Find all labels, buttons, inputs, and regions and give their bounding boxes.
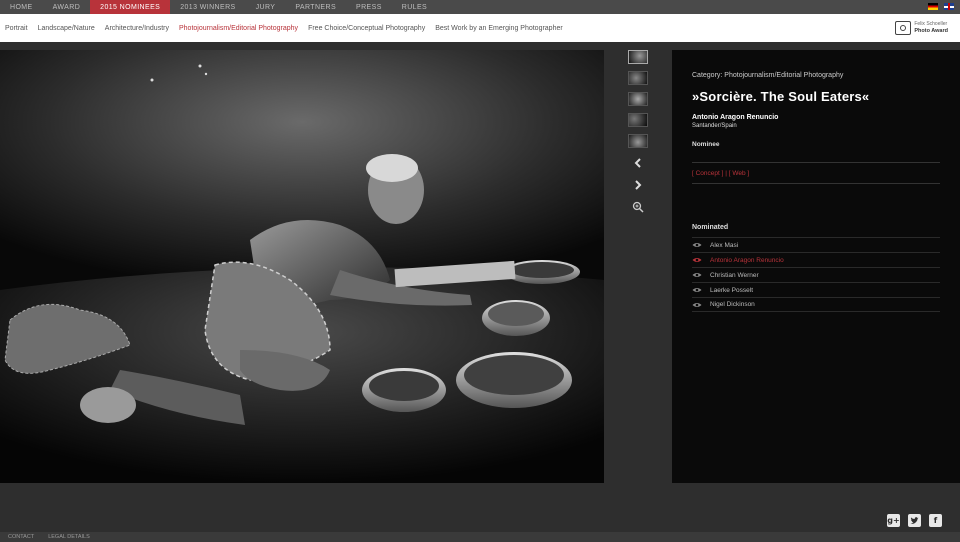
- next-arrow-icon[interactable]: [628, 178, 648, 192]
- divider: [692, 183, 940, 184]
- nominee-item[interactable]: Alex Masi: [692, 237, 940, 252]
- main-photo[interactable]: [0, 50, 604, 483]
- nav-2015-nominees[interactable]: 2015 NOMINEES: [90, 0, 171, 14]
- eye-icon: [692, 272, 710, 278]
- top-navigation: HOME AWARD 2015 NOMINEES 2013 WINNERS JU…: [0, 0, 960, 14]
- nominee-item[interactable]: Christian Werner: [692, 267, 940, 282]
- nominee-name: Nigel Dickinson: [710, 301, 755, 308]
- info-panel: Category: Photojournalism/Editorial Phot…: [672, 50, 960, 483]
- previous-arrow-icon[interactable]: [628, 156, 648, 170]
- concept-link[interactable]: [ Concept ]: [692, 170, 723, 177]
- thumbnail-3[interactable]: [628, 92, 648, 106]
- german-flag-icon[interactable]: [928, 3, 938, 10]
- nav-rules[interactable]: RULES: [392, 0, 437, 14]
- photo-category: Category: Photojournalism/Editorial Phot…: [692, 72, 844, 79]
- divider: [692, 162, 940, 163]
- footer-legal-details-link[interactable]: LEGAL DETAILS: [48, 534, 90, 540]
- nominee-name: Antonio Aragon Renuncio: [710, 256, 784, 264]
- project-links: [ Concept ] | [ Web ]: [692, 170, 940, 177]
- thumbnail-1[interactable]: [628, 50, 648, 64]
- nominee-item[interactable]: Nigel Dickinson: [692, 297, 940, 312]
- nominee-list: Alex Masi Antonio Aragon Renuncio Christ…: [692, 237, 940, 312]
- nominee-name: Laerke Posselt: [710, 286, 753, 294]
- thumbnail-5[interactable]: [628, 134, 648, 148]
- nav-partners[interactable]: PARTNERS: [285, 0, 346, 14]
- category-free-choice[interactable]: Free Choice/Conceptual Photography: [308, 25, 425, 32]
- nav-jury[interactable]: JURY: [246, 0, 286, 14]
- camera-logo-icon: [895, 21, 912, 35]
- photographer-location: Santander/Spain: [692, 123, 737, 129]
- nominee-name: Alex Masi: [710, 241, 739, 249]
- category-portrait[interactable]: Portrait: [5, 25, 28, 32]
- category-emerging-photographer[interactable]: Best Work by an Emerging Photographer: [435, 25, 563, 32]
- footer-contact-link[interactable]: CONTACT: [8, 534, 34, 540]
- link-separator: |: [725, 170, 727, 177]
- footer: CONTACT LEGAL DETAILS: [0, 532, 960, 542]
- nav-home[interactable]: HOME: [0, 0, 43, 14]
- english-flag-icon[interactable]: [944, 3, 954, 10]
- eye-icon: [692, 257, 710, 263]
- nominee-item[interactable]: Laerke Posselt: [692, 282, 940, 297]
- photo-illustration: [0, 50, 604, 483]
- category-architecture-industry[interactable]: Architecture/Industry: [105, 25, 169, 32]
- nominee-name: Christian Werner: [710, 271, 759, 279]
- thumbnail-strip: [628, 50, 648, 214]
- nav-2013-winners[interactable]: 2013 WINNERS: [170, 0, 245, 14]
- eye-icon: [692, 242, 710, 248]
- google-plus-icon[interactable]: g+: [887, 514, 900, 527]
- zoom-in-icon[interactable]: [628, 200, 648, 214]
- nav-award[interactable]: AWARD: [43, 0, 91, 14]
- eye-icon: [692, 302, 710, 308]
- twitter-icon[interactable]: [908, 514, 921, 527]
- facebook-icon[interactable]: f: [929, 514, 942, 527]
- nominated-heading: Nominated: [692, 224, 729, 231]
- nominee-item[interactable]: Antonio Aragon Renuncio: [692, 252, 940, 267]
- thumbnail-4[interactable]: [628, 113, 648, 127]
- social-links: g+ f: [887, 514, 942, 527]
- language-switcher: [928, 3, 954, 10]
- category-photojournalism[interactable]: Photojournalism/Editorial Photography: [179, 25, 298, 32]
- category-navigation: Portrait Landscape/Nature Architecture/I…: [0, 14, 960, 42]
- photographer-name: Antonio Aragon Renuncio: [692, 114, 779, 121]
- thumbnail-2[interactable]: [628, 71, 648, 85]
- series-title: »Sorcière. The Soul Eaters«: [692, 89, 870, 104]
- logo-line-1: Felix Schoeller: [914, 21, 948, 27]
- eye-icon: [692, 287, 710, 293]
- nominee-status: Nominee: [692, 141, 720, 148]
- category-landscape-nature[interactable]: Landscape/Nature: [38, 25, 95, 32]
- web-link[interactable]: [ Web ]: [729, 170, 749, 177]
- award-logo[interactable]: Felix Schoeller Photo Award: [895, 21, 948, 35]
- logo-line-2: Photo Award: [914, 28, 948, 34]
- nav-press[interactable]: PRESS: [346, 0, 392, 14]
